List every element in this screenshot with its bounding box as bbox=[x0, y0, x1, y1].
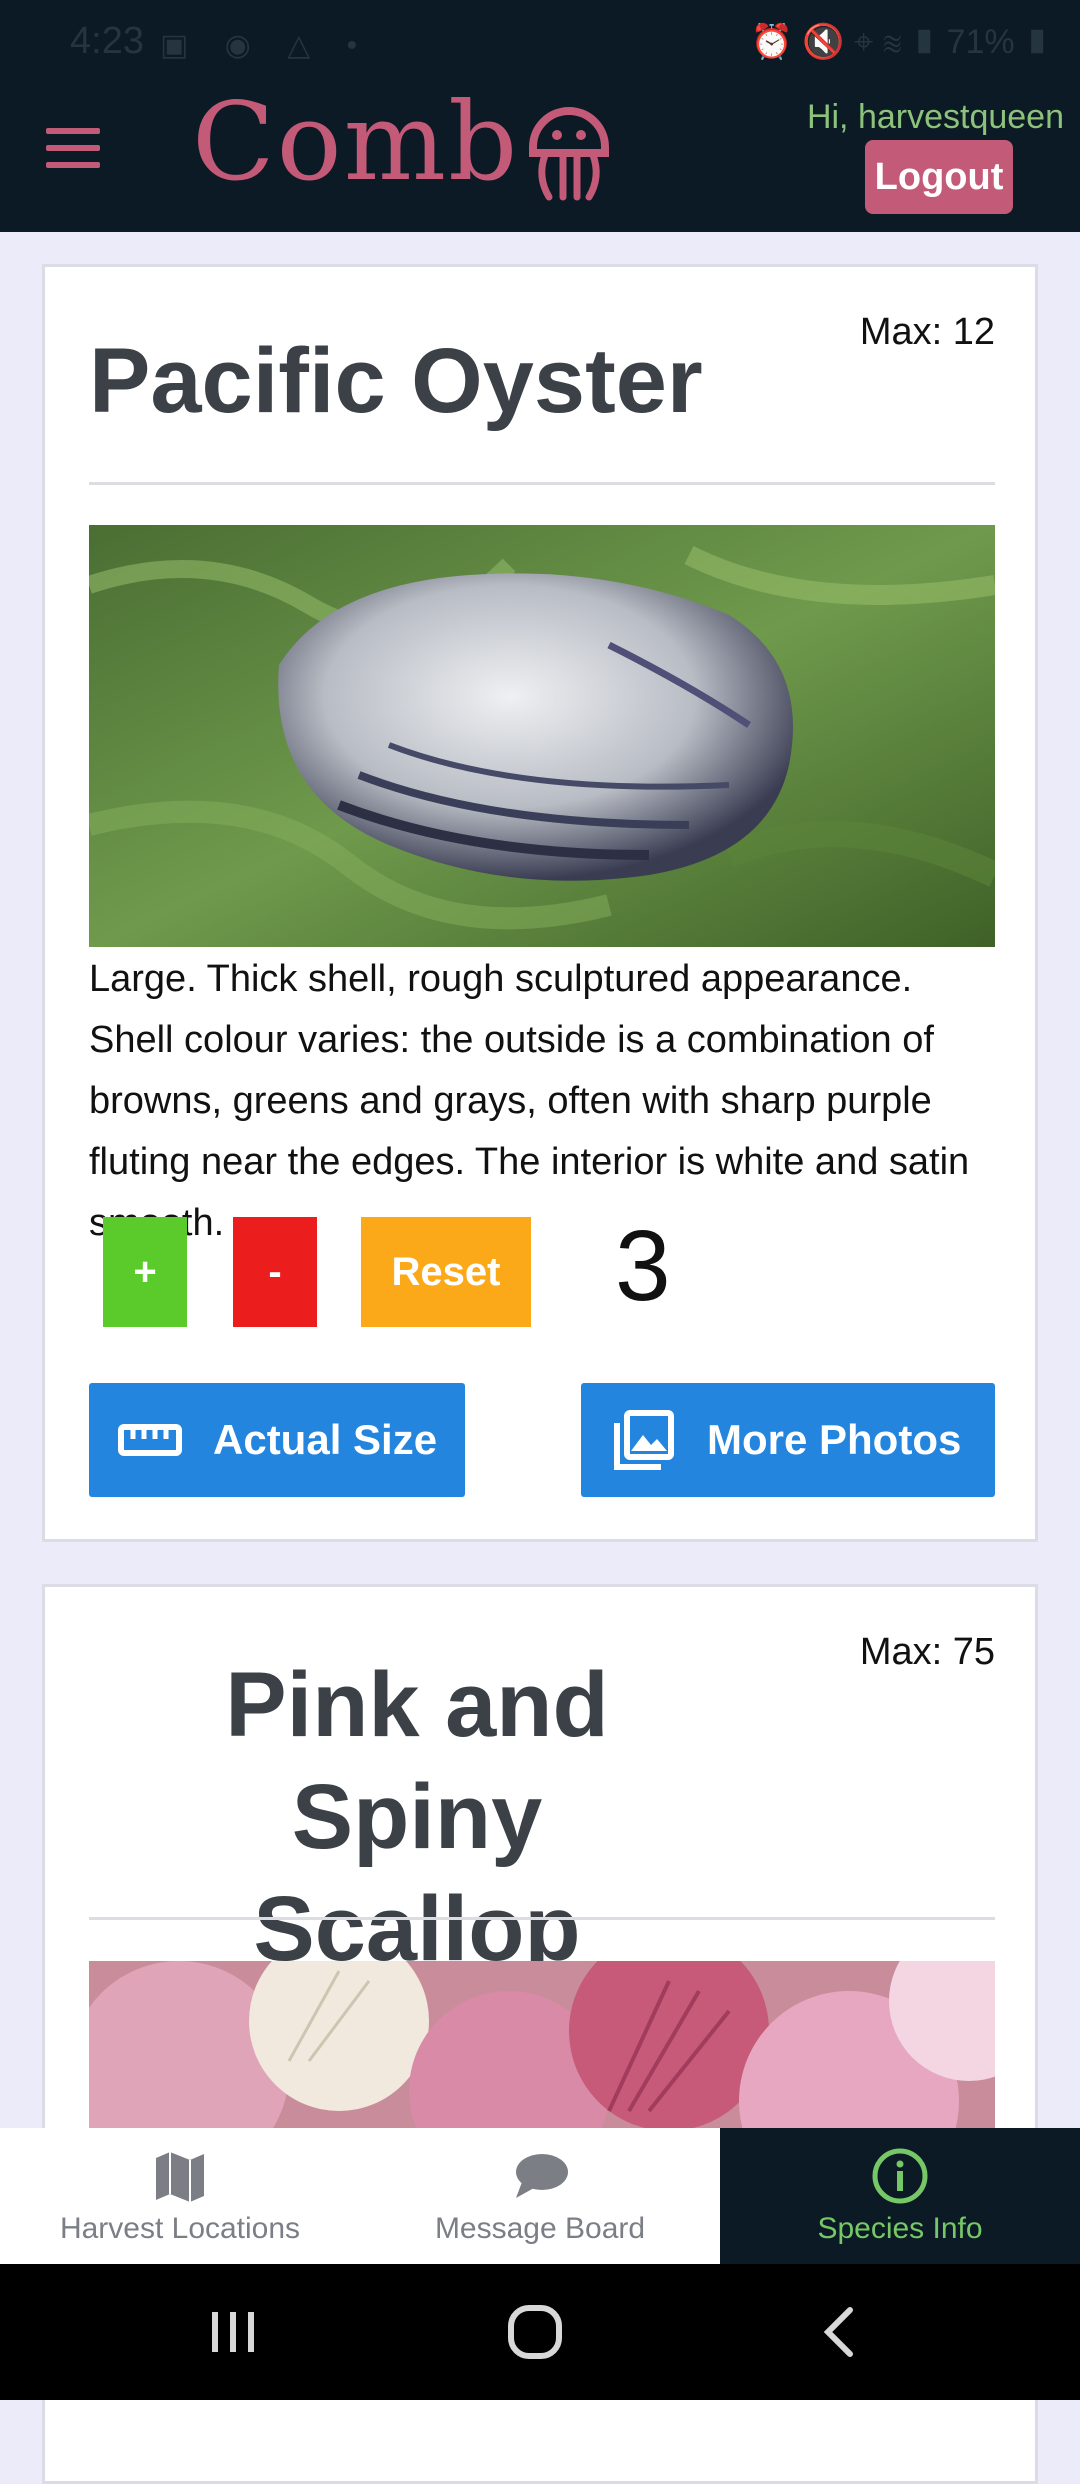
increment-button[interactable]: + bbox=[103, 1217, 187, 1327]
more-photos-label: More Photos bbox=[707, 1416, 962, 1463]
actual-size-button[interactable]: Actual Size bbox=[89, 1383, 465, 1497]
title-divider bbox=[89, 482, 995, 485]
nav-message-board[interactable]: Message Board bbox=[360, 2128, 720, 2264]
chat-icon bbox=[516, 2154, 568, 2198]
decrement-button[interactable]: - bbox=[233, 1217, 317, 1327]
status-time: 4:23 bbox=[70, 20, 144, 62]
max-limit: Max: 75 bbox=[859, 1631, 995, 1673]
species-description: Large. Thick shell, rough sculptured app… bbox=[89, 958, 970, 1244]
app-header: 4:23 ▣ ◉ △ • ⏰ 🔇 ⌖ ≋ ▮ 71% ▮ Comb Hi, ha… bbox=[0, 0, 1080, 232]
nav-harvest-locations[interactable]: Harvest Locations bbox=[0, 2128, 360, 2264]
info-icon bbox=[872, 2148, 928, 2204]
map-icon bbox=[156, 2152, 204, 2202]
harvest-count: 3 bbox=[615, 1210, 671, 1322]
ruler-icon bbox=[118, 1424, 182, 1456]
user-greeting: Hi, harvestqueen bbox=[806, 98, 1064, 136]
back-icon[interactable] bbox=[806, 2302, 876, 2362]
logo-text: Comb bbox=[192, 80, 520, 205]
nav-label: Species Info bbox=[817, 2212, 983, 2245]
bottom-navigation: Harvest Locations Message Board Species … bbox=[0, 2128, 1080, 2264]
oyster-photo bbox=[89, 525, 995, 947]
app-logo: Comb bbox=[192, 78, 615, 208]
photo-library-icon bbox=[614, 1410, 674, 1470]
hamburger-menu-icon[interactable] bbox=[46, 128, 100, 168]
system-navigation-bar bbox=[0, 2264, 1080, 2400]
reset-button[interactable]: Reset bbox=[361, 1217, 531, 1327]
logout-button[interactable]: Logout bbox=[865, 140, 1013, 214]
species-card: Max: 12 Pacific Oyster Large. Thick shel… bbox=[42, 264, 1038, 1542]
species-title: Pink and Spiny Scallop bbox=[97, 1649, 737, 1985]
title-divider bbox=[89, 1917, 995, 1920]
nav-label: Message Board bbox=[434, 2212, 646, 2245]
jellyfish-logo-icon bbox=[529, 107, 610, 201]
more-photos-button[interactable]: More Photos bbox=[581, 1383, 995, 1497]
max-limit: Max: 12 bbox=[859, 311, 995, 353]
home-icon[interactable] bbox=[500, 2302, 570, 2362]
notification-icons: ▣ ◉ △ • bbox=[160, 29, 372, 62]
species-title-line: Pink and Spiny bbox=[225, 1654, 609, 1868]
system-status-icons: ⏰ 🔇 ⌖ ≋ ▮ 71% ▮ bbox=[750, 23, 1050, 61]
battery-level: 71% bbox=[946, 23, 1015, 61]
nav-species-info[interactable]: Species Info bbox=[720, 2128, 1080, 2264]
recent-apps-icon[interactable] bbox=[198, 2302, 268, 2362]
species-title: Pacific Oyster bbox=[89, 330, 703, 432]
actual-size-label: Actual Size bbox=[213, 1416, 438, 1463]
nav-label: Harvest Locations bbox=[59, 2212, 301, 2245]
scallop-photo bbox=[89, 1961, 995, 2151]
